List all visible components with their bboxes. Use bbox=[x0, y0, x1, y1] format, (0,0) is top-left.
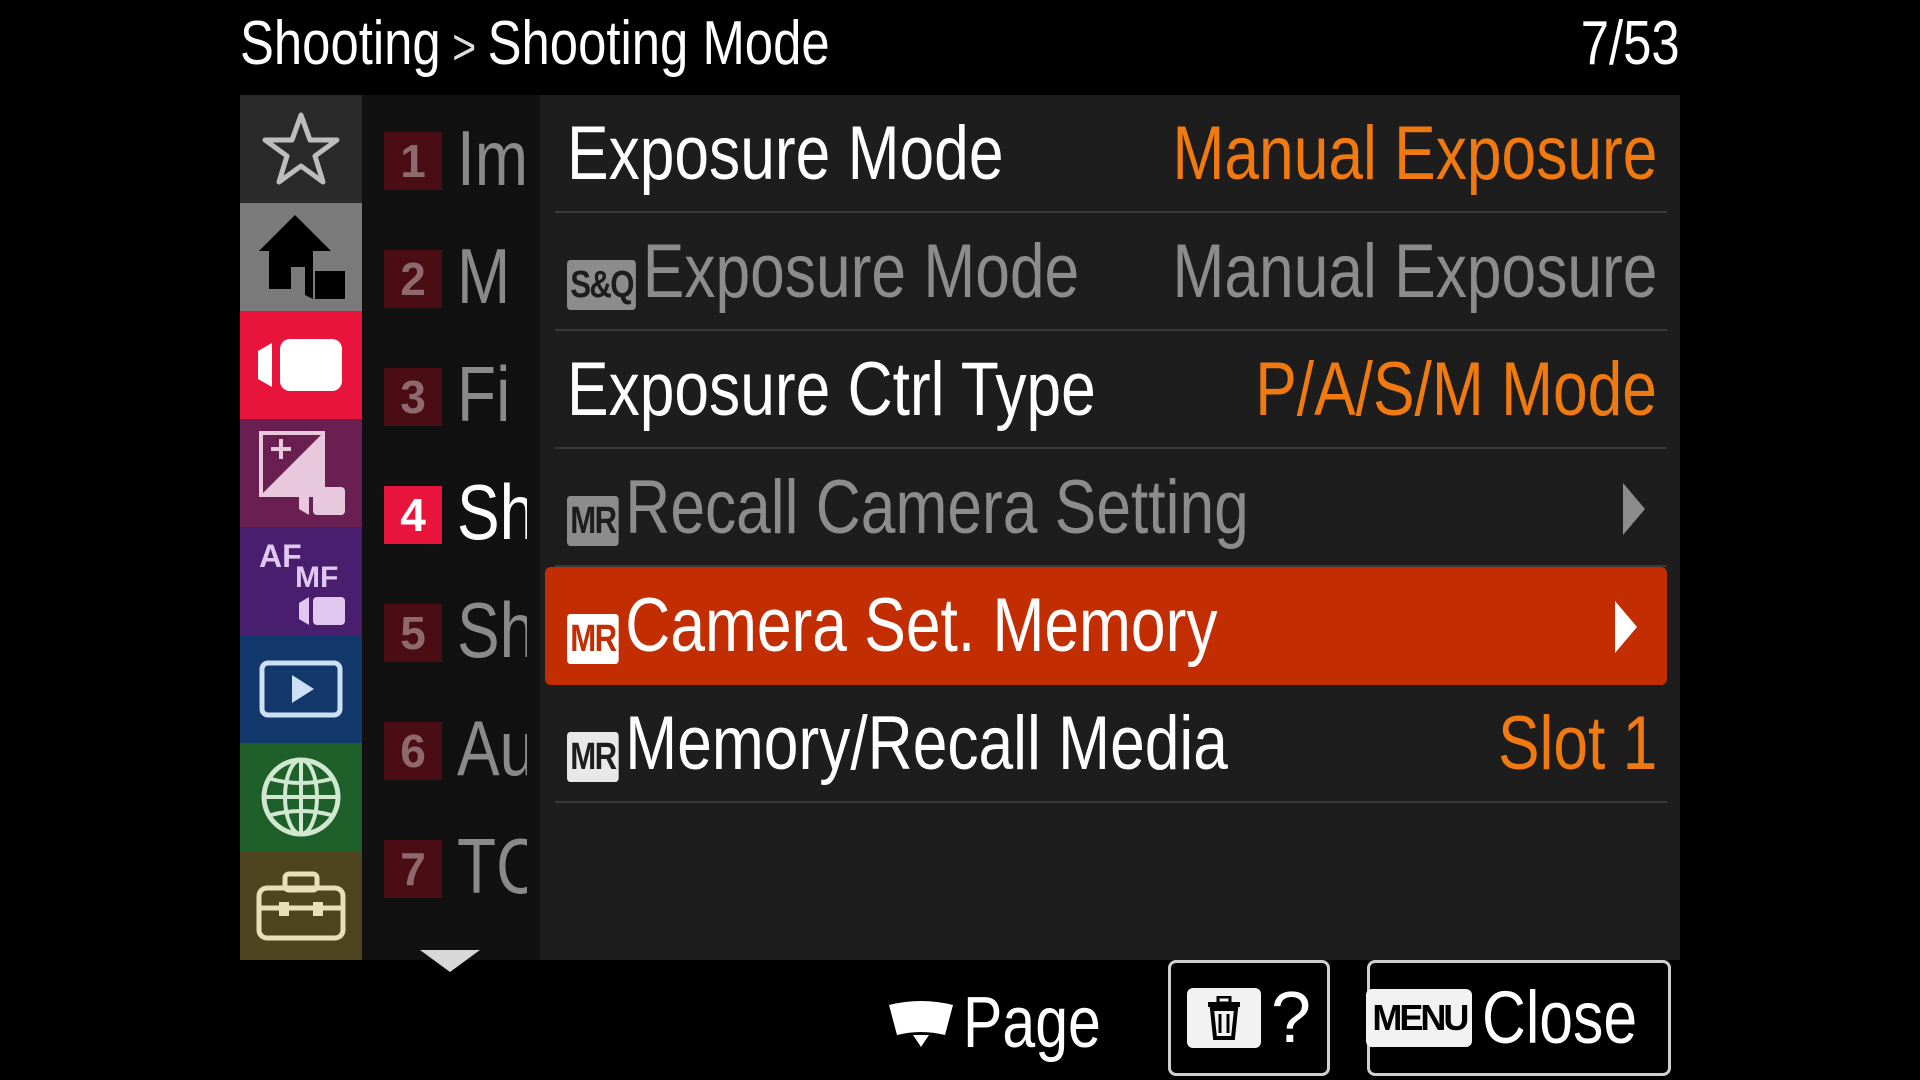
close-button[interactable]: MENU Close bbox=[1366, 960, 1671, 1076]
setting-value: Manual Exposure bbox=[1172, 229, 1657, 314]
group-item-active[interactable]: 4 Sh bbox=[362, 449, 540, 567]
group-item[interactable]: 3 Fi bbox=[362, 331, 540, 449]
setting-exposure-mode[interactable]: Exposure Mode Manual Exposure bbox=[555, 95, 1667, 213]
group-label: Im bbox=[457, 114, 527, 202]
mr-badge-icon: MR bbox=[567, 614, 619, 664]
mr-badge-icon: MR bbox=[567, 496, 619, 546]
setting-label: Exposure Mode bbox=[567, 111, 1004, 196]
tab-playback[interactable] bbox=[240, 635, 362, 743]
tab-network[interactable] bbox=[240, 743, 362, 851]
setting-label: MR Recall Camera Setting bbox=[567, 467, 1398, 549]
group-label: TC bbox=[457, 822, 527, 910]
setting-camera-set-memory[interactable]: MR Camera Set. Memory bbox=[545, 567, 1667, 685]
setting-value: P/A/S/M Mode bbox=[1255, 347, 1657, 432]
tab-setup[interactable] bbox=[240, 851, 362, 960]
group-number: 4 bbox=[384, 486, 442, 544]
star-icon bbox=[262, 112, 340, 185]
trash-icon bbox=[1186, 988, 1261, 1048]
group-label: Fi bbox=[457, 350, 511, 438]
group-label: Au bbox=[457, 704, 527, 792]
breadcrumb-parent: Shooting bbox=[240, 9, 441, 78]
page-label: Page bbox=[963, 983, 1101, 1063]
svg-text:MF: MF bbox=[295, 561, 338, 594]
group-item[interactable]: 6 Au bbox=[362, 685, 540, 803]
globe-icon bbox=[261, 757, 341, 837]
control-wheel-icon bbox=[889, 1001, 953, 1047]
toolbox-icon bbox=[256, 871, 346, 940]
header: Shooting > Shooting Mode 7/53 bbox=[240, 0, 1680, 95]
row-divider bbox=[555, 801, 1667, 803]
af-mf-icon: AF MF bbox=[259, 538, 345, 625]
breadcrumb-separator: > bbox=[452, 19, 477, 75]
delete-help-button[interactable]: ? bbox=[1168, 960, 1330, 1076]
tab-exposure-color[interactable] bbox=[240, 419, 362, 527]
footer: Page ? MENU Close bbox=[240, 960, 1680, 1080]
group-label: Sh bbox=[457, 586, 527, 674]
category-tabs: AF MF bbox=[240, 95, 362, 960]
mr-badge-icon: MR bbox=[567, 732, 619, 782]
page-hint: Page bbox=[885, 968, 1131, 1078]
setting-label: MR Memory/Recall Media bbox=[567, 703, 1373, 785]
group-label: Sh bbox=[457, 468, 527, 556]
close-label: Close bbox=[1482, 976, 1638, 1059]
group-item[interactable]: 7 TC bbox=[362, 803, 540, 921]
group-number: 1 bbox=[384, 132, 442, 190]
tab-shooting[interactable] bbox=[240, 311, 362, 419]
setting-value: Manual Exposure bbox=[1172, 111, 1657, 196]
settings-list: Exposure Mode Manual Exposure S&Q Exposur… bbox=[545, 95, 1680, 960]
setting-label: MR Camera Set. Memory bbox=[567, 585, 1360, 667]
page-indicator: 7/53 bbox=[1581, 9, 1680, 78]
group-number: 6 bbox=[384, 722, 442, 780]
video-camera-icon bbox=[258, 339, 342, 391]
menu-key-icon: MENU bbox=[1366, 989, 1473, 1047]
help-label: ? bbox=[1270, 978, 1312, 1058]
setting-sq-exposure-mode[interactable]: S&Q Exposure Mode Manual Exposure bbox=[555, 213, 1667, 331]
group-item[interactable]: 5 Sh bbox=[362, 567, 540, 685]
breadcrumb-current: Shooting Mode bbox=[487, 9, 830, 78]
setting-label: Exposure Ctrl Type bbox=[567, 347, 1096, 432]
tab-main[interactable] bbox=[240, 203, 362, 311]
chevron-right-icon bbox=[1615, 601, 1637, 653]
group-item[interactable]: 1 Im bbox=[362, 95, 540, 213]
tab-my-menu[interactable] bbox=[240, 95, 362, 203]
group-list: 1 Im 2 M 3 Fi 4 Sh 5 Sh 6 Au 7 TC bbox=[362, 95, 540, 972]
play-icon bbox=[259, 660, 343, 718]
setting-memory-recall-media[interactable]: MR Memory/Recall Media Slot 1 bbox=[555, 685, 1667, 803]
group-number: 7 bbox=[384, 840, 442, 898]
setting-exposure-ctrl-type[interactable]: Exposure Ctrl Type P/A/S/M Mode bbox=[555, 331, 1667, 449]
exposure-comp-icon bbox=[259, 431, 345, 515]
menu-frame: AF MF 1 Im 2 M 3 Fi 4 S 5 S 6 A 7 T Expo… bbox=[240, 95, 1680, 972]
group-number: 5 bbox=[384, 604, 442, 662]
setting-value: Slot 1 bbox=[1497, 701, 1657, 786]
tab-focus[interactable]: AF MF bbox=[240, 527, 362, 635]
home-camera-icon bbox=[259, 215, 345, 299]
sq-badge-icon: S&Q bbox=[567, 260, 637, 310]
group-item[interactable]: 2 M bbox=[362, 213, 540, 331]
group-number: 3 bbox=[384, 368, 442, 426]
setting-recall-camera-setting[interactable]: MR Recall Camera Setting bbox=[555, 449, 1667, 567]
group-number: 2 bbox=[384, 250, 442, 308]
chevron-right-icon bbox=[1623, 483, 1645, 535]
group-label: M bbox=[457, 232, 511, 320]
breadcrumb: Shooting > Shooting Mode bbox=[240, 4, 959, 87]
